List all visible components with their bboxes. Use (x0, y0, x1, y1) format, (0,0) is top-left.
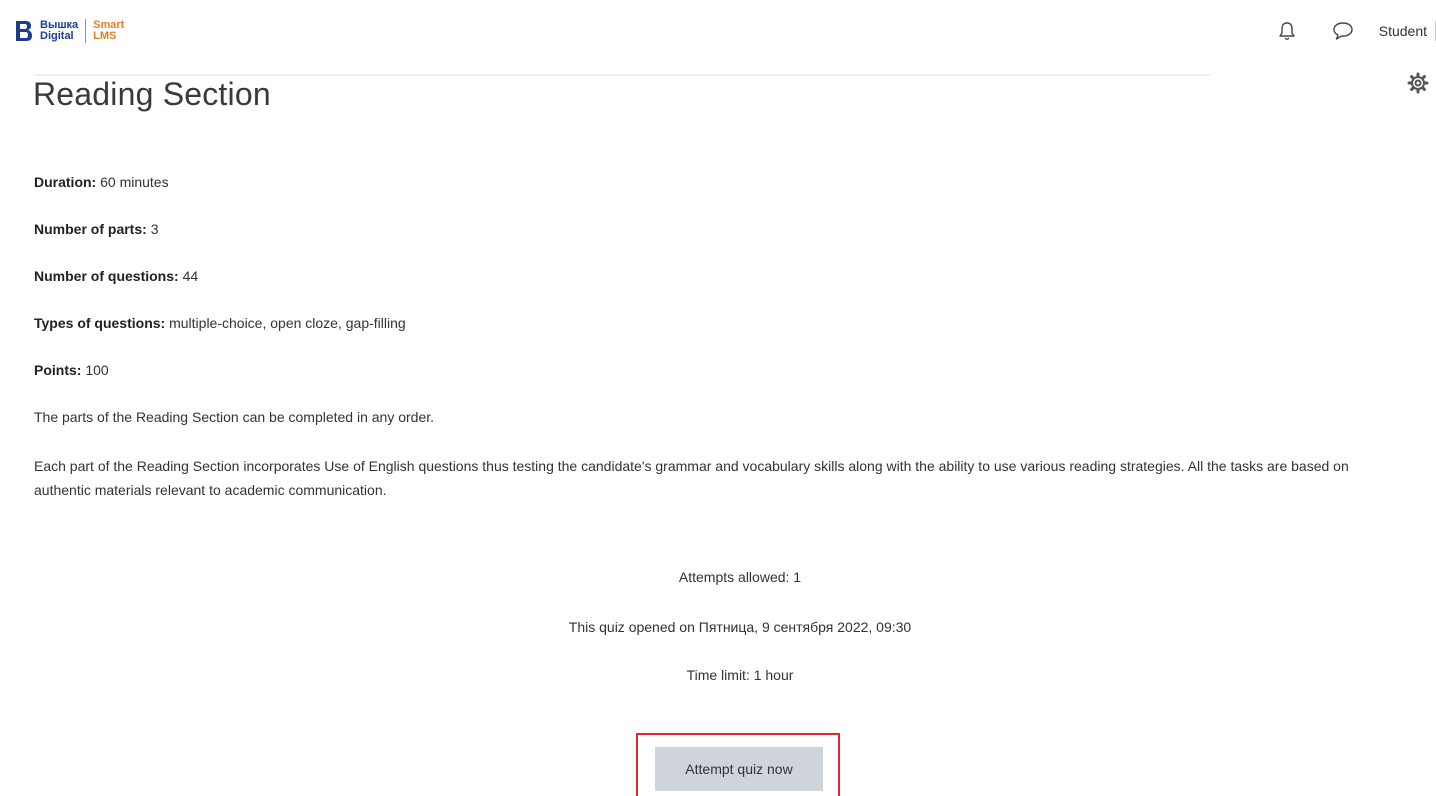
quiz-open-date: This quiz opened on Пятница, 9 сентября … (568, 619, 912, 635)
logo-subtext: Smart LMS (93, 20, 124, 42)
questions-value: 44 (182, 268, 199, 284)
points-value: 100 (85, 362, 109, 378)
messages-button[interactable] (1331, 19, 1355, 43)
duration-label: Duration: (34, 174, 97, 190)
duration-value: 60 minutes (100, 174, 169, 190)
header-actions: Student (1275, 18, 1436, 44)
page-title: Reading Section (33, 76, 271, 112)
points-row: Points: 100 (34, 361, 109, 379)
top-navbar: Вышка Digital Smart LMS Student (0, 0, 1436, 66)
order-note: The parts of the Reading Section can be … (34, 409, 435, 425)
questions-label: Number of questions: (34, 268, 179, 284)
user-menu[interactable]: Student (1379, 23, 1435, 39)
quiz-page: Вышка Digital Smart LMS Student Reading … (0, 0, 1436, 796)
hse-logo-icon (16, 21, 32, 41)
settings-button[interactable] (1400, 70, 1436, 100)
logo-line2: Digital (40, 30, 74, 42)
question-types-label: Types of questions: (34, 315, 166, 331)
duration-row: Duration: 60 minutes (34, 173, 169, 191)
parts-label: Number of parts: (34, 221, 147, 237)
logo-text: Вышка Digital (40, 20, 78, 42)
question-types-row: Types of questions: multiple-choice, ope… (34, 314, 406, 332)
section-description: Each part of the Reading Section incorpo… (34, 458, 1349, 498)
logo-divider (85, 19, 87, 43)
site-logo[interactable]: Вышка Digital Smart LMS (14, 14, 124, 48)
chat-icon (1333, 22, 1353, 40)
attempts-allowed: Attempts allowed: 1 (678, 569, 802, 585)
logo-sub2: LMS (93, 30, 117, 42)
points-label: Points: (34, 362, 82, 378)
notifications-button[interactable] (1275, 19, 1299, 43)
questions-row: Number of questions: 44 (34, 267, 198, 285)
parts-row: Number of parts: 3 (34, 220, 158, 238)
time-limit: Time limit: 1 hour (686, 667, 794, 683)
attempt-highlight-box: Attempt quiz now (636, 733, 840, 796)
attempt-quiz-button[interactable]: Attempt quiz now (655, 747, 823, 791)
question-types-value: multiple-choice, open cloze, gap-filling (169, 315, 406, 331)
bell-icon (1279, 22, 1295, 40)
gear-icon (1407, 72, 1429, 94)
parts-value: 3 (150, 221, 159, 237)
